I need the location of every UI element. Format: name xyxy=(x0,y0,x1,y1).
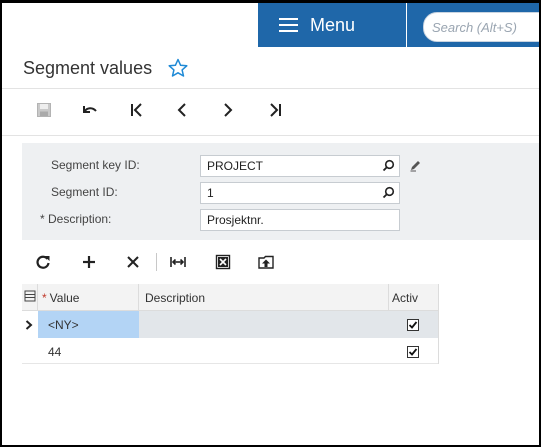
required-marker: * xyxy=(42,290,47,305)
description-field[interactable]: Prosjektnr. xyxy=(200,209,400,231)
description-column-label: Description xyxy=(145,290,206,305)
last-record-icon[interactable] xyxy=(264,99,286,121)
divider xyxy=(2,88,539,89)
grid-bottom-border xyxy=(22,363,439,364)
active-column-header[interactable]: Activ xyxy=(389,284,439,311)
page-title: Segment values xyxy=(23,58,153,78)
menu-button[interactable]: Menu xyxy=(258,3,406,47)
grid-columns-icon[interactable] xyxy=(24,290,36,305)
grid-header-row: * Value Description Activ xyxy=(22,284,439,311)
value-cell-text: 44 xyxy=(48,344,62,359)
active-checkbox[interactable] xyxy=(407,318,419,331)
description-column-header[interactable]: Description xyxy=(139,284,389,311)
segment-key-label: Segment key ID: xyxy=(51,158,140,172)
segment-key-field[interactable]: PROJECT xyxy=(200,155,400,177)
segment-id-label: Segment ID: xyxy=(51,185,118,199)
export-excel-icon[interactable] xyxy=(212,251,234,273)
save-icon[interactable] xyxy=(33,99,55,121)
fit-columns-icon[interactable] xyxy=(167,251,189,273)
description-cell[interactable] xyxy=(139,311,389,338)
menu-label: Menu xyxy=(310,14,356,35)
segment-form: Segment key ID: PROJECT Segment ID: 1 * … xyxy=(22,143,539,240)
record-toolbar xyxy=(2,93,539,127)
upload-icon[interactable] xyxy=(255,251,277,273)
grid-right-border xyxy=(438,284,439,364)
add-icon[interactable] xyxy=(78,251,100,273)
undo-icon[interactable] xyxy=(79,99,101,121)
search-input[interactable]: Search (Alt+S) xyxy=(423,12,539,42)
value-column-label: Value xyxy=(49,290,80,305)
favorite-star-icon[interactable] xyxy=(168,58,188,83)
active-cell[interactable] xyxy=(389,338,439,365)
table-row[interactable]: 44 xyxy=(22,338,439,365)
segment-id-field[interactable]: 1 xyxy=(200,182,400,204)
segment-id-value: 1 xyxy=(207,186,214,200)
active-cell[interactable] xyxy=(389,311,439,338)
search-placeholder: Search (Alt+S) xyxy=(432,19,517,35)
segment-key-value: PROJECT xyxy=(207,159,264,173)
first-record-icon[interactable] xyxy=(126,99,148,121)
row-selector-header[interactable] xyxy=(22,284,38,311)
delete-icon[interactable] xyxy=(122,251,144,273)
description-value: Prosjektnr. xyxy=(207,213,264,227)
required-marker: * xyxy=(40,212,45,226)
next-record-icon[interactable] xyxy=(217,99,239,121)
description-cell[interactable] xyxy=(139,338,389,365)
value-cell-text: <NY> xyxy=(48,317,79,332)
active-checkbox[interactable] xyxy=(407,345,419,358)
current-row-indicator-icon xyxy=(22,311,38,338)
divider xyxy=(2,135,539,136)
description-label: Description: xyxy=(48,212,112,226)
edit-pencil-icon[interactable] xyxy=(409,159,422,177)
app-window: Menu Search (Alt+S) Segment values Segme… xyxy=(0,0,541,447)
description-label-wrap: * Description: xyxy=(40,212,111,226)
grid-toolbar xyxy=(22,247,422,277)
table-row[interactable]: <NY> xyxy=(22,311,439,338)
lookup-search-icon[interactable] xyxy=(382,159,395,175)
value-column-header[interactable]: * Value xyxy=(38,284,139,311)
toolbar-separator xyxy=(156,253,157,271)
lookup-search-icon[interactable] xyxy=(382,186,395,202)
active-column-label: Activ xyxy=(392,290,419,305)
top-bar: Menu Search (Alt+S) xyxy=(2,3,539,47)
refresh-icon[interactable] xyxy=(32,251,54,273)
value-cell[interactable]: 44 xyxy=(38,338,139,365)
previous-record-icon[interactable] xyxy=(171,99,193,121)
value-cell[interactable]: <NY> xyxy=(38,311,139,338)
hamburger-icon xyxy=(279,18,298,32)
